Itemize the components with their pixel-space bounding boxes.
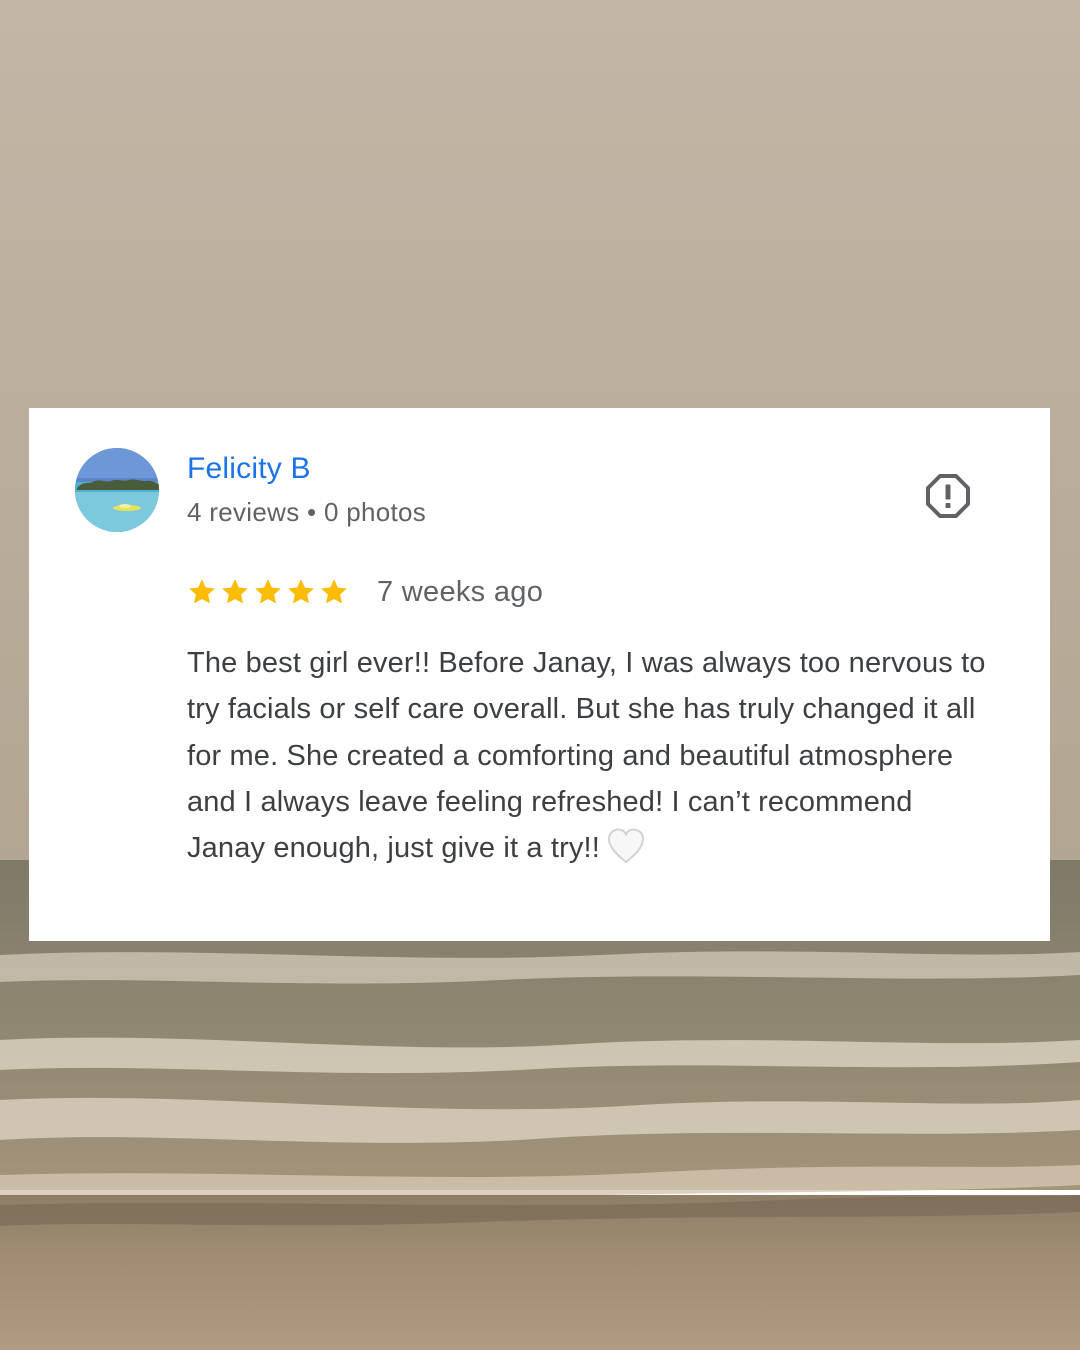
star-icon xyxy=(288,579,314,604)
report-exclamation-octagon-icon xyxy=(926,474,970,518)
review-date: 7 weeks ago xyxy=(377,575,544,608)
star-icon xyxy=(255,579,281,604)
avatar[interactable] xyxy=(75,448,159,532)
star-rating xyxy=(187,577,349,607)
white-heart-icon xyxy=(606,827,646,879)
rating-row: 7 weeks ago xyxy=(187,572,543,612)
review-text: The best girl ever!! Before Janay, I was… xyxy=(187,647,986,865)
report-review-button[interactable] xyxy=(924,472,972,520)
reviewer-meta: 4 reviews • 0 photos xyxy=(187,497,427,527)
star-icon xyxy=(222,579,248,604)
reviewer-name[interactable]: Felicity B xyxy=(187,452,311,486)
star-icon xyxy=(321,579,347,604)
review-card: Felicity B 4 reviews • 0 photos 7 weeks … xyxy=(29,408,1050,941)
review-body: The best girl ever!! Before Janay, I was… xyxy=(187,640,997,879)
star-icon xyxy=(189,579,215,604)
